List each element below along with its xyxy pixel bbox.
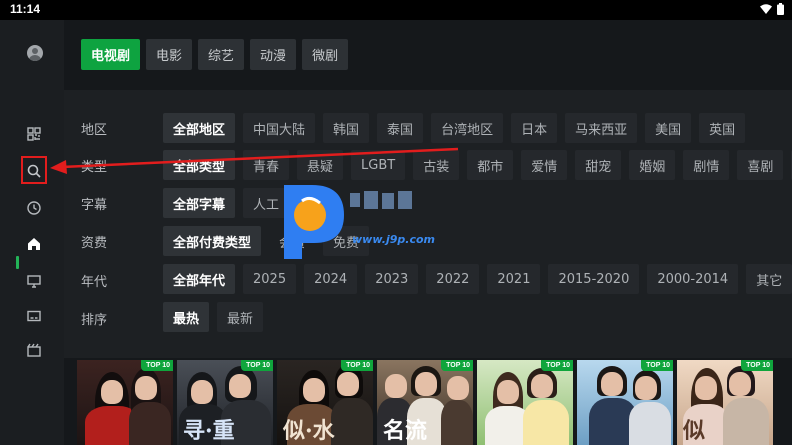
- filter-row-type: 全部类型 青春 悬疑 LGBT 古装 都市 爱情 甜宠 婚姻 剧情 喜剧 家: [163, 150, 792, 180]
- avatar[interactable]: [27, 45, 43, 61]
- chip-sort-new[interactable]: 最新: [217, 302, 264, 332]
- poster-card[interactable]: 寻·重 TOP 10: [177, 360, 273, 445]
- chip-region-taiwan[interactable]: 台湾地区: [431, 113, 504, 143]
- home-icon[interactable]: [26, 236, 42, 252]
- chip-year-2021[interactable]: 2021: [487, 264, 541, 294]
- filter-row-year: 全部年代 2025 2024 2023 2022 2021 2015-2020 …: [163, 264, 792, 294]
- watermark-url: www.j9p.com: [352, 233, 435, 246]
- chip-region-japan[interactable]: 日本: [511, 113, 558, 143]
- poster-card[interactable]: 似 TOP 10: [677, 360, 773, 445]
- poster-row: TOP 10 寻·重 TOP 10 似·水 TOP 10 名流 TOP 10 T…: [77, 360, 773, 445]
- chip-type-all[interactable]: 全部类型: [163, 150, 236, 180]
- chip-type-suspense[interactable]: 悬疑: [297, 150, 344, 180]
- chip-region-malaysia[interactable]: 马来西亚: [565, 113, 638, 143]
- tab-movies[interactable]: 电影: [146, 39, 193, 70]
- tab-variety[interactable]: 综艺: [198, 39, 245, 70]
- chip-type-comedy[interactable]: 喜剧: [737, 150, 784, 180]
- history-icon[interactable]: [26, 200, 42, 216]
- annotation-highlight-box: [21, 156, 47, 184]
- subtitle-icon[interactable]: [26, 308, 42, 324]
- filter-label-subtitle: 字幕: [81, 198, 108, 213]
- category-tabs: 电视剧 电影 综艺 动漫 微剧: [81, 39, 349, 70]
- chip-year-2022[interactable]: 2022: [426, 264, 480, 294]
- chip-region-korea[interactable]: 韩国: [323, 113, 370, 143]
- poster-title: 名流: [383, 418, 428, 444]
- poster-title: 寻·重: [183, 418, 235, 444]
- top10-badge: TOP 10: [441, 360, 473, 371]
- chip-type-sweet[interactable]: 甜宠: [575, 150, 622, 180]
- chip-year-2025[interactable]: 2025: [243, 264, 297, 294]
- tab-anime[interactable]: 动漫: [250, 39, 297, 70]
- filter-label-year: 年代: [81, 275, 108, 290]
- tab-tv-series[interactable]: 电视剧: [81, 39, 141, 70]
- chip-region-usa[interactable]: 美国: [645, 113, 692, 143]
- poster-title: 似: [683, 418, 706, 444]
- watermark-logo: www.j9p.com: [270, 181, 470, 261]
- filter-label-type: 类型: [81, 160, 108, 175]
- chip-subtitle-all[interactable]: 全部字幕: [163, 188, 236, 218]
- chip-type-marriage[interactable]: 婚姻: [629, 150, 676, 180]
- tv-icon[interactable]: [26, 273, 42, 289]
- battery-icon: [777, 3, 784, 15]
- chip-year-all[interactable]: 全部年代: [163, 264, 236, 294]
- chip-region-mainland[interactable]: 中国大陆: [243, 113, 316, 143]
- poster-card[interactable]: TOP 10: [77, 360, 173, 445]
- chip-year-2023[interactable]: 2023: [365, 264, 419, 294]
- chip-region-all[interactable]: 全部地区: [163, 113, 236, 143]
- sidebar: [0, 20, 64, 445]
- chip-year-2024[interactable]: 2024: [304, 264, 358, 294]
- filter-row-sort: 最热 最新: [163, 302, 264, 332]
- filter-label-payment: 资费: [81, 236, 108, 251]
- poster-title: 似·水: [283, 418, 335, 444]
- top10-badge: TOP 10: [141, 360, 173, 371]
- chip-type-romance[interactable]: 爱情: [521, 150, 568, 180]
- poster-card[interactable]: 似·水 TOP 10: [277, 360, 373, 445]
- top10-badge: TOP 10: [741, 360, 773, 371]
- chip-type-youth[interactable]: 青春: [243, 150, 290, 180]
- chip-year-2000-2014[interactable]: 2000-2014: [647, 264, 739, 294]
- status-icons: [760, 3, 784, 15]
- filter-label-region: 地区: [81, 123, 108, 138]
- top10-badge: TOP 10: [641, 360, 673, 371]
- status-bar: 11:14: [0, 0, 792, 20]
- chip-type-urban[interactable]: 都市: [467, 150, 514, 180]
- chip-sort-hot[interactable]: 最热: [163, 302, 210, 332]
- active-nav-marker: [16, 256, 19, 269]
- tab-short-drama[interactable]: 微剧: [302, 39, 349, 70]
- chip-type-costume[interactable]: 古装: [413, 150, 460, 180]
- poster-card[interactable]: TOP 10: [577, 360, 673, 445]
- status-time: 11:14: [10, 2, 41, 16]
- chip-year-other[interactable]: 其它: [746, 264, 792, 294]
- grid-icon[interactable]: [26, 126, 42, 142]
- poster-card[interactable]: 名流 TOP 10: [377, 360, 473, 445]
- wifi-icon: [760, 4, 772, 14]
- top10-badge: TOP 10: [241, 360, 273, 371]
- chip-payment-all[interactable]: 全部付费类型: [163, 226, 262, 256]
- filter-label-sort: 排序: [81, 313, 108, 328]
- chip-year-2015-2020[interactable]: 2015-2020: [548, 264, 640, 294]
- chip-region-thailand[interactable]: 泰国: [377, 113, 424, 143]
- clapperboard-icon[interactable]: [26, 342, 42, 358]
- chip-region-uk[interactable]: 英国: [699, 113, 746, 143]
- chip-type-lgbt[interactable]: LGBT: [351, 150, 406, 180]
- top10-badge: TOP 10: [541, 360, 573, 371]
- poster-card[interactable]: TOP 10: [477, 360, 573, 445]
- filter-row-region: 全部地区 中国大陆 韩国 泰国 台湾地区 日本 马来西亚 美国 英国: [163, 113, 746, 143]
- top10-badge: TOP 10: [341, 360, 373, 371]
- chip-type-drama[interactable]: 剧情: [683, 150, 730, 180]
